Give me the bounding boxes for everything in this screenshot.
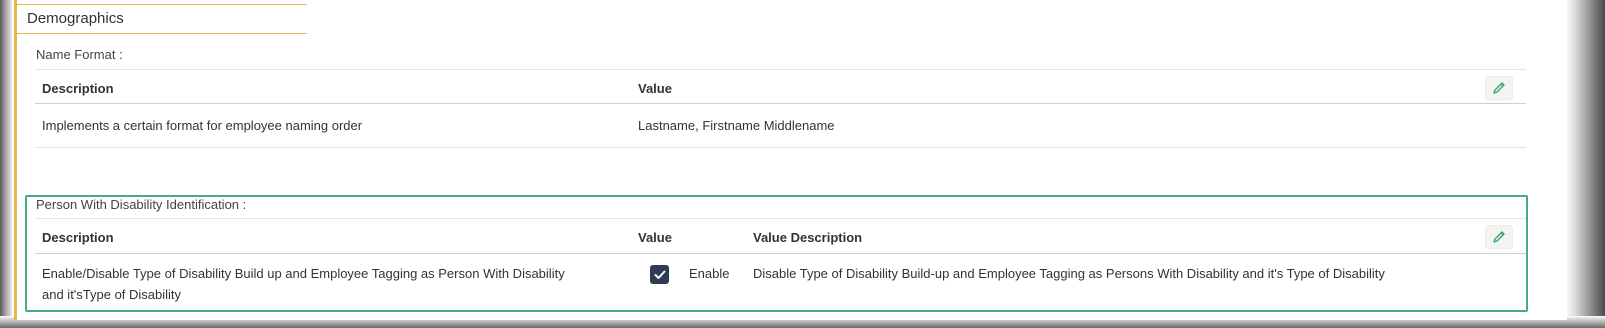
section-header: Demographics [17,4,307,34]
name-format-description-cell: Implements a certain format for employee… [42,118,363,133]
window-shadow-right [1565,0,1605,328]
window-shadow-left [0,0,12,328]
pwd-header-value-description: Value Description [753,230,863,245]
divider [35,69,1526,70]
divider [35,147,1526,148]
divider [35,103,1526,104]
divider [35,218,1526,219]
pwd-header-value: Value [638,230,672,245]
pencil-icon [1493,231,1505,243]
name-format-header-value: Value [638,81,672,96]
name-format-header-description: Description [42,81,114,96]
pwd-value-cell: Enable [689,266,730,281]
name-format-value-cell: Lastname, Firstname Middlename [638,118,835,133]
name-format-label: Name Format : [36,47,123,62]
section-title: Demographics [27,10,124,27]
pwd-edit-button[interactable] [1485,225,1513,249]
divider [35,253,1526,254]
name-format-edit-button[interactable] [1485,76,1513,100]
demographics-card: Demographics Name Format : Description V… [14,0,1567,320]
pwd-enable-checkbox[interactable] [650,265,669,284]
pwd-header-description: Description [42,230,114,245]
pencil-icon [1493,82,1505,94]
pwd-label: Person With Disability Identification : [36,197,247,212]
pwd-description-line2: and it'sType of Disability [42,287,182,302]
pwd-description-line1: Enable/Disable Type of Disability Build … [42,266,565,281]
pwd-value-description-cell: Disable Type of Disability Build-up and … [753,266,1385,281]
checkmark-icon [654,270,665,279]
